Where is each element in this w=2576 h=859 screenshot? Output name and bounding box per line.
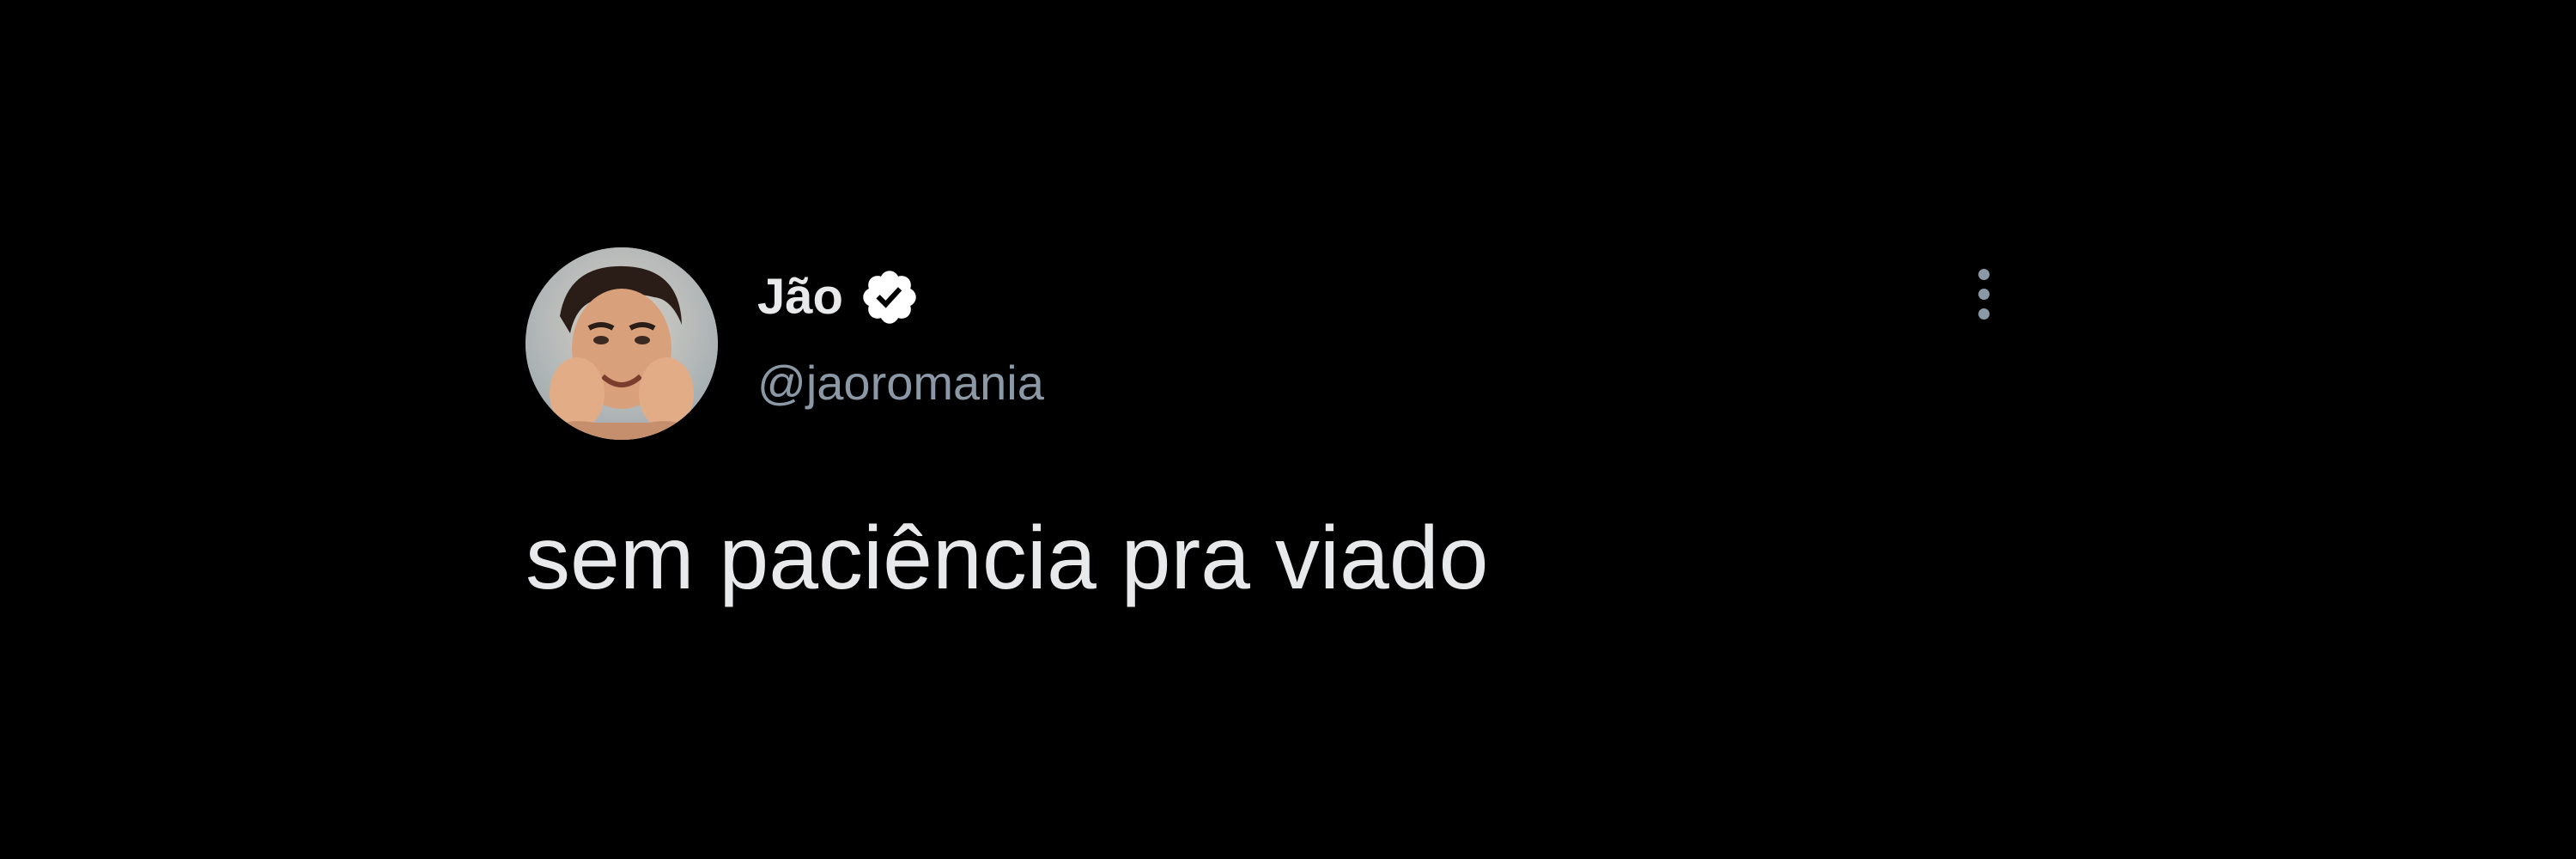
vertical-ellipsis-icon-dot <box>1978 308 1990 320</box>
tweet-text: sem paciência pra viado <box>526 509 1489 608</box>
vertical-ellipsis-icon-dot <box>1978 288 1990 300</box>
author-handle[interactable]: @jaoromania <box>757 352 1044 414</box>
verified-badge-icon <box>863 271 916 324</box>
tweet-card: Jão @jaoromania sem paciência pra viado <box>0 0 2576 859</box>
vertical-ellipsis-icon-dot <box>1978 268 1990 280</box>
avatar[interactable] <box>526 247 718 440</box>
more-options-button[interactable] <box>1959 258 2008 330</box>
author-name-row: Jão <box>757 266 920 328</box>
avatar-photo <box>526 247 718 440</box>
author-display-name[interactable]: Jão <box>757 266 843 328</box>
